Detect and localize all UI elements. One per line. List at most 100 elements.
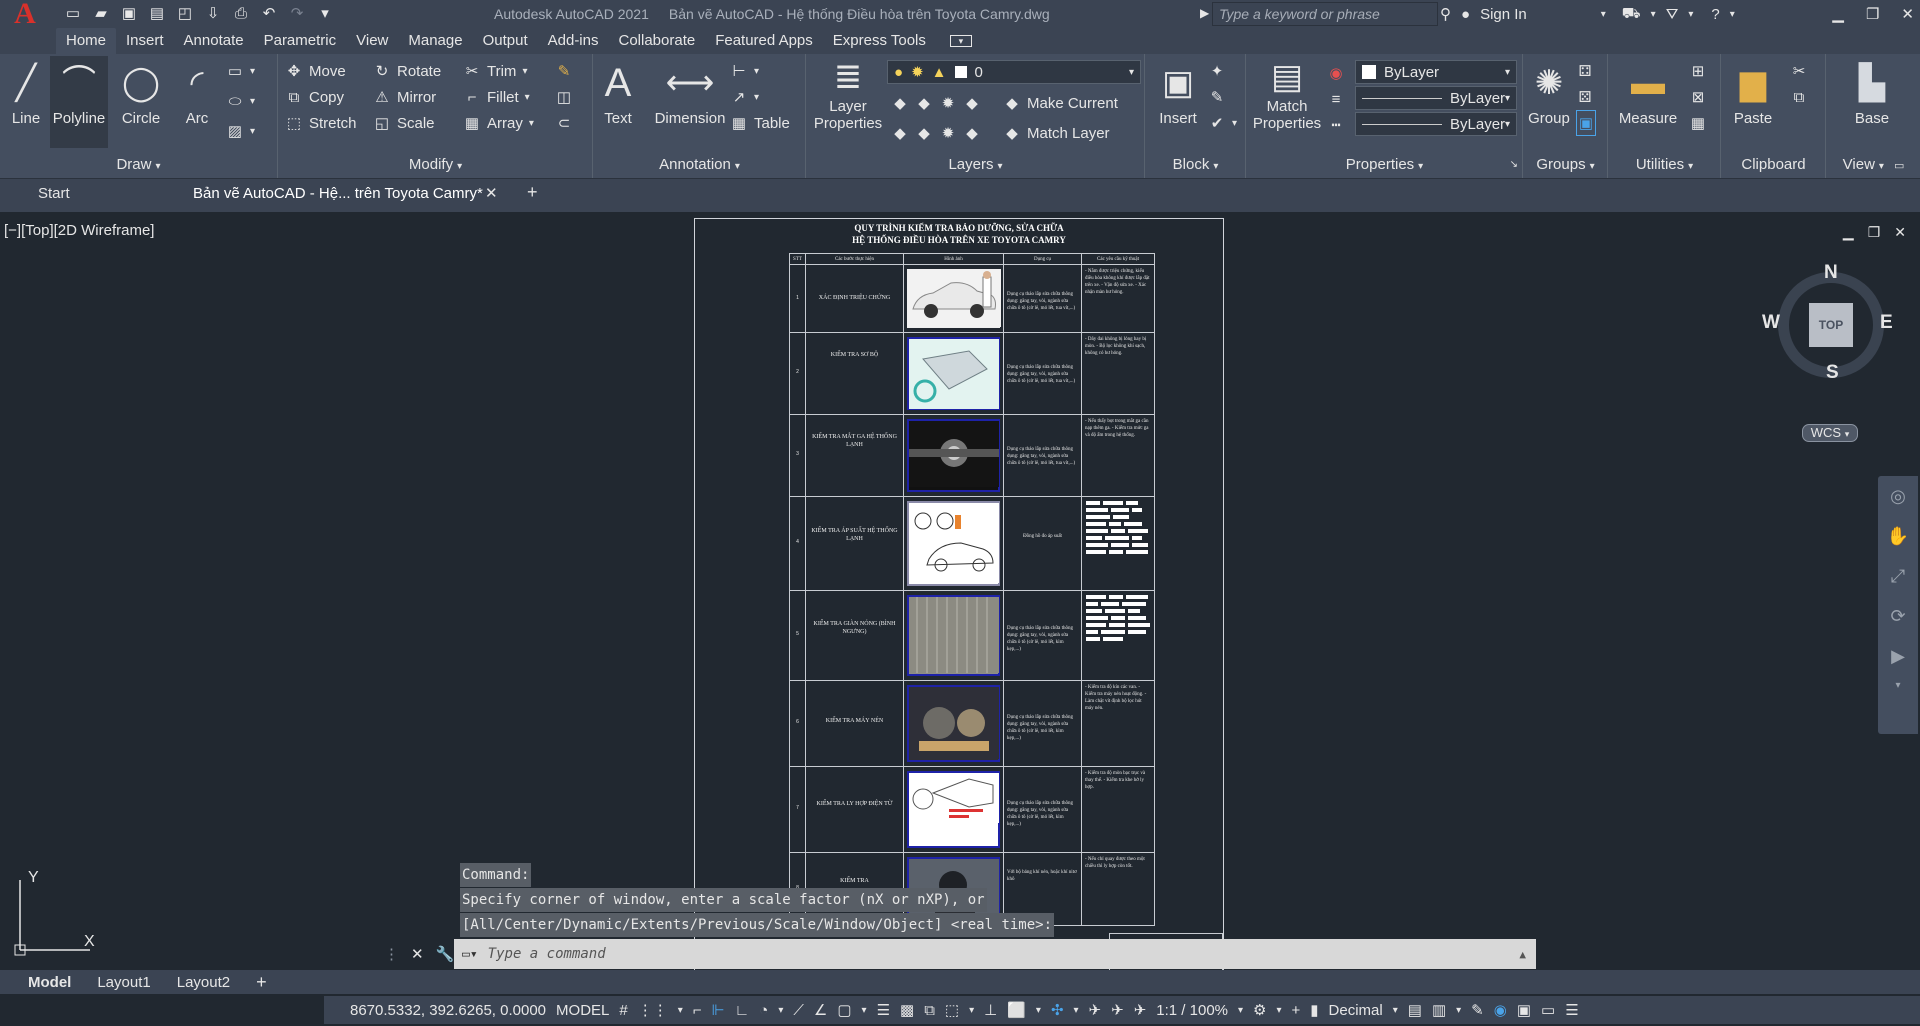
groups-panel-title[interactable]: Groups ▾ (1524, 154, 1607, 176)
search-input[interactable]: Type a keyword or phrase (1212, 2, 1438, 26)
linetype-dropdown[interactable]: ByLayer ▾ (1355, 86, 1517, 110)
new-tab-icon[interactable]: + (527, 182, 538, 203)
layers-panel-title[interactable]: Layers ▾ (807, 154, 1144, 176)
customize-qat-icon[interactable]: ▾ (316, 6, 334, 22)
block-panel-title[interactable]: Block ▾ (1146, 154, 1245, 176)
compass-west[interactable]: W (1762, 312, 1780, 334)
layer-thaw-icon[interactable]: ✹ (939, 124, 957, 142)
cart-icon[interactable]: ⛟ (1622, 5, 1641, 24)
auto-scale-icon[interactable]: ✈ (1111, 1001, 1124, 1019)
dimension-button[interactable]: ⟷ Dimension (650, 60, 730, 127)
chevron-down-icon[interactable]: ▾ (250, 66, 255, 77)
color-dropdown[interactable]: ByLayer ▾ (1355, 60, 1517, 84)
tab-layout1[interactable]: Layout1 (97, 974, 150, 991)
tab-annotate[interactable]: Annotate (174, 28, 254, 54)
autodesk-app-icon[interactable]: ⛛ (1666, 6, 1679, 23)
chevron-down-icon[interactable]: ▾ (1393, 1005, 1398, 1016)
properties-panel-title[interactable]: Properties ▾ ↘ (1247, 154, 1522, 176)
viewcube-top-face[interactable]: TOP (1809, 303, 1853, 347)
create-block-button[interactable]: ✦ (1208, 58, 1226, 84)
tab-drawing[interactable]: Bản vẽ AutoCAD - Hệ... trên Toyota Camry… (193, 185, 483, 202)
modify-panel-title[interactable]: Modify ▾ (279, 154, 592, 176)
ellipse-button[interactable]: ⬭ ▾ (226, 88, 255, 114)
application-menu-button[interactable]: A (0, 0, 50, 29)
chevron-down-icon[interactable]: ▾ (1878, 676, 1918, 696)
clipboard-panel-title[interactable]: Clipboard (1722, 154, 1825, 176)
undo-icon[interactable]: ↶ (260, 6, 278, 22)
dynamic-ucs-icon[interactable]: ⊥ (984, 1001, 997, 1019)
save-icon[interactable]: ▣ (120, 6, 138, 22)
tab-featured-apps[interactable]: Featured Apps (705, 28, 823, 54)
isometric-icon[interactable]: ⟋ (793, 1002, 804, 1019)
save-web-icon[interactable]: ⇩ (204, 6, 222, 22)
chevron-down-icon[interactable]: ▾ (1730, 9, 1735, 20)
search-icon[interactable]: ⚲ (1440, 5, 1451, 23)
circle-button[interactable]: ◯ Circle (116, 60, 166, 127)
gizmo-icon[interactable]: ✣ (1051, 1001, 1064, 1019)
command-history-toggle-icon[interactable]: ▲ (1519, 948, 1526, 961)
copy-clip-button[interactable]: ⧉ (1790, 84, 1808, 110)
attribute-button[interactable]: ✔ ▾ (1208, 110, 1237, 136)
quick-select-button[interactable]: ⊞ (1689, 58, 1707, 84)
hatch-button[interactable]: ▨ ▾ (226, 118, 255, 144)
text-button[interactable]: A Text (600, 60, 636, 127)
lineweight-button[interactable]: ≡ (1327, 86, 1345, 112)
isolate-objects-icon[interactable]: ✎ (1471, 1001, 1484, 1019)
annotation-visibility-icon[interactable]: ✈ (1089, 1001, 1102, 1019)
chevron-down-icon[interactable]: ▾ (522, 66, 527, 77)
fillet-button[interactable]: ⌐ Fillet ▾ (463, 84, 530, 110)
layer-unisolate-icon[interactable]: ◆ (915, 124, 933, 142)
object-snap-icon[interactable]: ▢ (837, 1001, 851, 1019)
selection-cycling-icon[interactable]: ⧉ (924, 1002, 935, 1019)
dynamic-input-icon[interactable]: ⊩ (712, 1001, 725, 1019)
move-button[interactable]: ✥ Move (285, 58, 346, 84)
lineweight-toggle-icon[interactable]: ☰ (877, 1001, 890, 1019)
compass-north[interactable]: N (1824, 262, 1838, 284)
layer-unlock-icon[interactable]: ◆ (963, 124, 981, 142)
tab-collaborate[interactable]: Collaborate (608, 28, 705, 54)
3d-osnap-icon[interactable]: ⬚ (945, 1001, 959, 1019)
offset-button[interactable]: ⊂ (555, 110, 573, 136)
tab-insert[interactable]: Insert (116, 28, 174, 54)
chevron-down-icon[interactable]: ▾ (778, 1005, 783, 1016)
rectangle-button[interactable]: ▭ ▾ (226, 58, 255, 84)
chevron-down-icon[interactable]: ▾ (1036, 1005, 1041, 1016)
ortho-icon[interactable]: ∟ (735, 1002, 750, 1019)
cut-button[interactable]: ✂ (1790, 58, 1808, 84)
chevron-down-icon[interactable]: ▾ (529, 118, 534, 129)
tab-add-ins[interactable]: Add-ins (538, 28, 609, 54)
chevron-down-icon[interactable]: ▾ (754, 66, 759, 77)
chevron-down-icon[interactable]: ▾ (1276, 1005, 1281, 1016)
units-value[interactable]: Decimal (1329, 1002, 1383, 1019)
tab-home[interactable]: Home (56, 28, 117, 54)
command-prompt-icon[interactable]: ▭▾ (462, 947, 478, 962)
tab-start[interactable]: Start (38, 185, 70, 202)
draw-panel-title[interactable]: Draw ▾ (0, 154, 277, 176)
redo-icon[interactable]: ↷ (288, 6, 306, 22)
selection-filter-icon[interactable]: ⬜ (1007, 1001, 1026, 1019)
restore-icon[interactable]: ❐ (1866, 5, 1879, 23)
layer-lock-icon[interactable]: ◆ (963, 94, 981, 112)
layer-off-icon[interactable]: ◆ (891, 94, 909, 112)
array-button[interactable]: ▦ Array ▾ (463, 110, 534, 136)
user-icon[interactable]: ● (1461, 6, 1470, 23)
group-edit-button[interactable]: ⚄ (1576, 84, 1594, 110)
group-button[interactable]: ✺ Group (1526, 60, 1572, 127)
chevron-down-icon[interactable]: ▾ (1232, 118, 1237, 129)
annotation-monitor-icon[interactable]: + (1292, 1002, 1301, 1019)
copy-button[interactable]: ⧉ Copy (285, 84, 344, 110)
layer-isolate-icon[interactable]: ◆ (915, 94, 933, 112)
zoom-extents-icon[interactable]: ⤢ (1878, 556, 1918, 596)
units-icon[interactable]: ▮ (1310, 1001, 1318, 1019)
chevron-down-icon[interactable]: ▾ (1651, 9, 1656, 20)
select-all-button[interactable]: ⊠ (1689, 84, 1707, 110)
chevron-down-icon[interactable]: ▾ (1074, 1005, 1079, 1016)
steering-wheel-icon[interactable]: ◎ (1878, 476, 1918, 516)
table-button[interactable]: ▦ Table (730, 110, 790, 136)
scale-button[interactable]: ◱ Scale (373, 110, 435, 136)
lock-ui-icon[interactable]: ▥ (1432, 1001, 1446, 1019)
open-folder-icon[interactable]: ▰ (92, 6, 110, 22)
erase-button[interactable]: ✎ (555, 58, 573, 84)
coordinates-readout[interactable]: 8670.5332, 392.6265, 0.0000 (350, 1002, 546, 1019)
explode-button[interactable]: ◫ (555, 84, 573, 110)
